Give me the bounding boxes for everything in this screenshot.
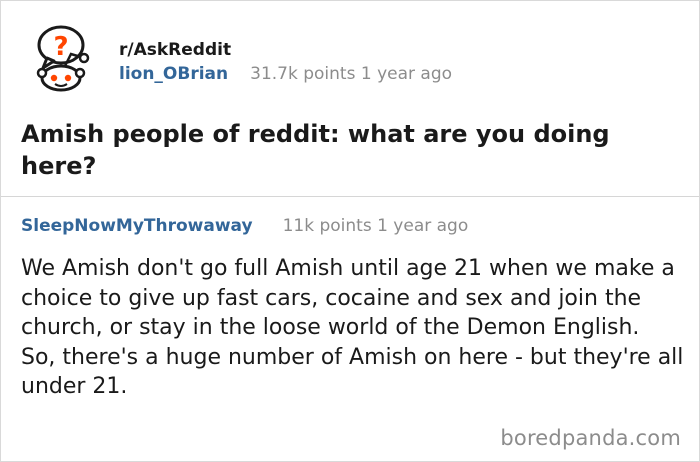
comment-points-time: 11k points 1 year ago <box>282 216 469 236</box>
post-header: ? r/AskReddit lion_OBrian 31.7k points 1 … <box>1 1 699 197</box>
top-comment: SleepNowMyThrowaway 11k points 1 year ago… <box>1 198 699 462</box>
post-username[interactable]: lion_OBrian <box>119 64 228 84</box>
boredpanda-watermark: boredpanda.com <box>500 426 681 450</box>
comment-paragraph: We Amish don't go full Amish until age 2… <box>21 256 675 340</box>
comment-meta: SleepNowMyThrowaway 11k points 1 year ago <box>21 216 468 236</box>
comment-author[interactable]: SleepNowMyThrowaway <box>21 216 253 236</box>
post-points-time: 31.7k points 1 year ago <box>250 64 453 84</box>
comment-body: We Amish don't go full Amish until age 2… <box>21 254 691 402</box>
subreddit-avatar[interactable]: ? <box>21 18 99 96</box>
svg-text:?: ? <box>53 32 68 62</box>
post-meta: lion_OBrian 31.7k points 1 year ago <box>119 64 452 84</box>
askreddit-snoo-icon: ? <box>36 25 90 92</box>
subreddit-name[interactable]: r/AskReddit <box>119 40 231 60</box>
comment-paragraph: So, there's a huge number of Amish on he… <box>21 344 684 400</box>
post-title[interactable]: Amish people of reddit: what are you doi… <box>21 118 691 182</box>
screenshot-frame: ? r/AskReddit lion_OBrian 31.7k points 1 … <box>0 0 700 462</box>
